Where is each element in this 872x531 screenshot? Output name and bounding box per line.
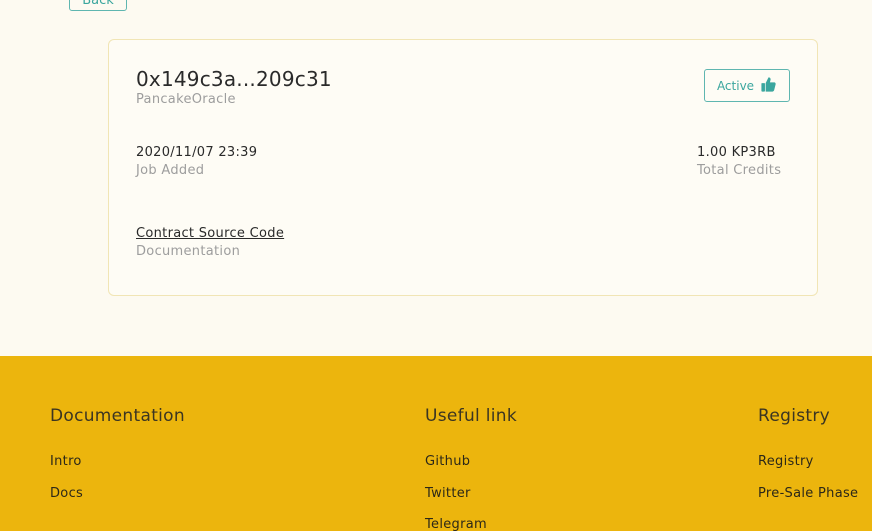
footer: Documentation Intro Docs Useful link Git… [0, 356, 872, 531]
footer-link-docs[interactable]: Docs [50, 486, 83, 501]
footer-registry-title: Registry [758, 406, 830, 426]
footer-link-registry[interactable]: Registry [758, 454, 814, 469]
job-added-date: 2020/11/07 23:39 [136, 145, 258, 160]
total-credits-label: Total Credits [697, 163, 782, 178]
back-button[interactable]: Back [69, 0, 127, 11]
footer-link-github[interactable]: Github [425, 454, 470, 469]
job-name: PancakeOracle [136, 92, 236, 107]
job-card: 0x149c3a...209c31 PancakeOracle Active 2… [108, 39, 818, 296]
total-credits-value: 1.00 KP3RB [697, 145, 776, 160]
job-detail-page: Back 0x149c3a...209c31 PancakeOracle Act… [0, 0, 872, 531]
back-button-label: Back [82, 0, 114, 8]
status-badge[interactable]: Active [704, 69, 790, 102]
footer-link-telegram[interactable]: Telegram [425, 517, 487, 531]
status-label: Active [716, 78, 755, 93]
contract-source-link[interactable]: Contract Source Code [136, 226, 284, 241]
footer-useful-link-title: Useful link [425, 406, 518, 426]
footer-link-intro[interactable]: Intro [50, 454, 82, 469]
footer-documentation-title: Documentation [50, 406, 185, 426]
documentation-label: Documentation [136, 244, 241, 259]
job-address[interactable]: 0x149c3a...209c31 [136, 67, 332, 91]
footer-link-pre-sale-phase[interactable]: Pre-Sale Phase [758, 486, 858, 501]
thumbs-up-icon [760, 76, 777, 96]
footer-link-twitter[interactable]: Twitter [425, 486, 471, 501]
job-added-label: Job Added [136, 163, 205, 178]
